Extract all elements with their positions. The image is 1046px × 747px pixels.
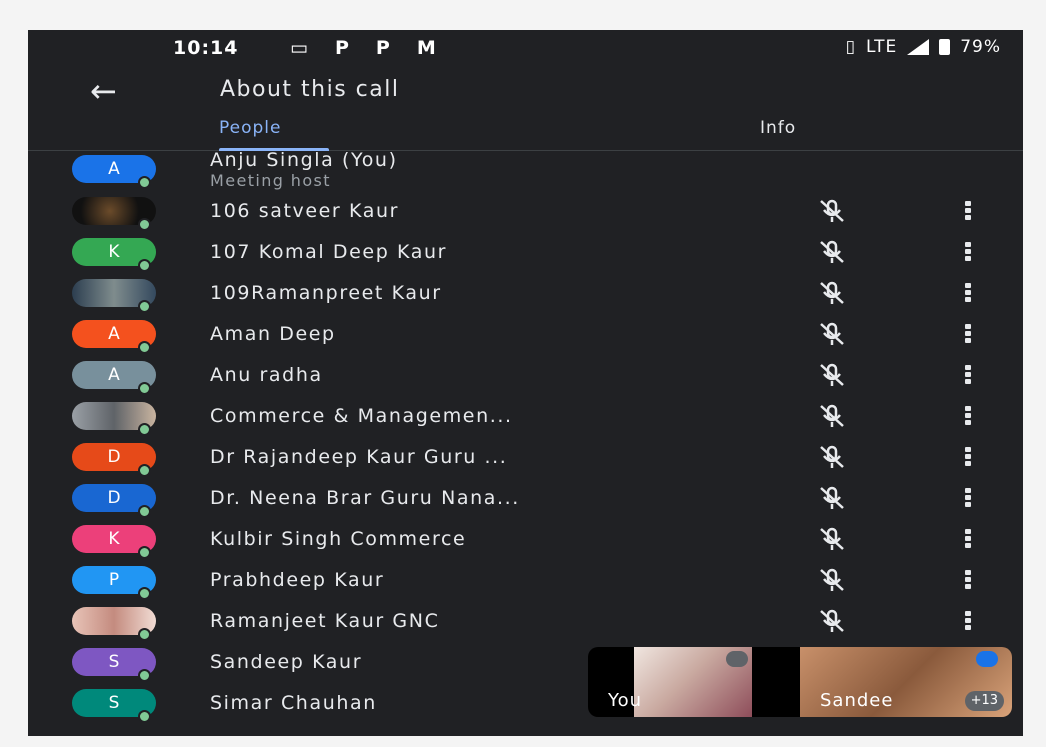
- mic-off-icon: [820, 240, 844, 263]
- top-app-bar: ← About this call: [28, 66, 1023, 118]
- participant-name: Prabhdeep Kaur: [210, 569, 385, 591]
- more-options-icon[interactable]: [958, 487, 978, 511]
- more-options-icon[interactable]: [958, 569, 978, 593]
- mic-off-icon: [820, 404, 844, 427]
- online-status-dot: [138, 710, 151, 723]
- online-status-dot: [138, 341, 151, 354]
- tab-bar: People Info: [28, 118, 1023, 151]
- speaking-icon: [976, 651, 998, 667]
- online-status-dot: [138, 505, 151, 518]
- signal-icon: [907, 39, 930, 55]
- p-app-icon: P: [334, 37, 350, 59]
- more-options-icon[interactable]: [958, 405, 978, 429]
- participant-row[interactable]: 106 satveer Kaur: [28, 192, 1023, 232]
- call-screen: 10:14 ▭ P P M ▯ LTE 79% ← About this cal…: [28, 30, 1023, 736]
- participant-name: Dr Rajandeep Kaur Guru ...: [210, 446, 508, 468]
- participant-name: Kulbir Singh Commerce: [210, 528, 467, 550]
- video-icon: ▭: [290, 37, 309, 59]
- more-options-icon[interactable]: [958, 364, 978, 388]
- participant-name: Anju Singla (You): [210, 149, 398, 171]
- participant-row[interactable]: A Anu radha: [28, 356, 1023, 396]
- more-participants-badge: +13: [964, 691, 1004, 711]
- mic-off-icon: [820, 609, 844, 632]
- participant-row[interactable]: A Anju Singla (You) Meeting host: [28, 149, 1023, 190]
- system-icons: ▯ LTE 79%: [846, 37, 1001, 57]
- more-options-icon[interactable]: [958, 610, 978, 634]
- participant-name: 106 satveer Kaur: [210, 200, 399, 222]
- participant-name: Aman Deep: [210, 323, 336, 345]
- self-tile-label: You: [608, 690, 643, 711]
- mic-off-icon: [820, 527, 844, 550]
- participant-row[interactable]: Commerce & Managemen...: [28, 397, 1023, 437]
- more-options-icon[interactable]: [958, 446, 978, 470]
- online-status-dot: [138, 546, 151, 559]
- participant-name: Sandeep Kaur: [210, 651, 363, 673]
- p-app-icon-2: P: [375, 37, 391, 59]
- self-video-tile[interactable]: [634, 647, 752, 717]
- mic-off-icon: [820, 281, 844, 304]
- more-options-icon[interactable]: [958, 200, 978, 224]
- tab-people[interactable]: People: [219, 118, 281, 138]
- m-app-icon: M: [416, 37, 437, 59]
- mic-off-icon: [820, 363, 844, 386]
- more-options-icon[interactable]: [958, 323, 978, 347]
- mic-off-icon: [726, 651, 748, 667]
- online-status-dot: [138, 382, 151, 395]
- mic-off-icon: [820, 445, 844, 468]
- participant-name: Simar Chauhan: [210, 692, 377, 714]
- participant-tile-label: Sandee: [820, 690, 894, 711]
- online-status-dot: [138, 176, 151, 189]
- participant-row[interactable]: D Dr Rajandeep Kaur Guru ...: [28, 438, 1023, 478]
- battery-percent: 79%: [960, 37, 1001, 57]
- participant-row[interactable]: P Prabhdeep Kaur: [28, 561, 1023, 601]
- mic-off-icon: [820, 322, 844, 345]
- vibrate-icon: ▯: [845, 37, 856, 57]
- network-label: LTE: [865, 37, 898, 57]
- participant-name: Ramanjeet Kaur GNC: [210, 610, 440, 632]
- online-status-dot: [138, 587, 151, 600]
- participant-role: Meeting host: [210, 171, 331, 190]
- online-status-dot: [138, 669, 151, 682]
- notification-icons: ▭ P P M: [290, 37, 437, 59]
- participant-name: Commerce & Managemen...: [210, 405, 513, 427]
- participant-name: Anu radha: [210, 364, 323, 386]
- back-arrow-icon[interactable]: ←: [90, 72, 117, 110]
- online-status-dot: [138, 218, 151, 231]
- participant-row[interactable]: A Aman Deep: [28, 315, 1023, 355]
- online-status-dot: [138, 259, 151, 272]
- online-status-dot: [138, 423, 151, 436]
- participant-name: Dr. Neena Brar Guru Nana...: [210, 487, 520, 509]
- participant-row[interactable]: D Dr. Neena Brar Guru Nana...: [28, 479, 1023, 519]
- mic-off-icon: [820, 199, 844, 222]
- online-status-dot: [138, 464, 151, 477]
- participant-row[interactable]: K Kulbir Singh Commerce: [28, 520, 1023, 560]
- participant-row[interactable]: Ramanjeet Kaur GNC: [28, 602, 1023, 642]
- more-options-icon[interactable]: [958, 528, 978, 552]
- more-options-icon[interactable]: [958, 241, 978, 265]
- mic-off-icon: [820, 568, 844, 591]
- participant-row[interactable]: K 107 Komal Deep Kaur: [28, 233, 1023, 273]
- online-status-dot: [138, 628, 151, 641]
- more-options-icon[interactable]: [958, 282, 978, 306]
- page-title: About this call: [220, 77, 400, 102]
- picture-in-picture[interactable]: You Sandee +13: [588, 647, 1012, 717]
- tab-info[interactable]: Info: [760, 118, 796, 138]
- mic-off-icon: [820, 486, 844, 509]
- battery-icon: [939, 39, 951, 55]
- online-status-dot: [138, 300, 151, 313]
- participant-name: 107 Komal Deep Kaur: [210, 241, 448, 263]
- status-bar: 10:14 ▭ P P M ▯ LTE 79%: [28, 30, 1023, 66]
- participant-name: 109Ramanpreet Kaur: [210, 282, 442, 304]
- status-time: 10:14: [173, 37, 239, 59]
- participant-row[interactable]: 109Ramanpreet Kaur: [28, 274, 1023, 314]
